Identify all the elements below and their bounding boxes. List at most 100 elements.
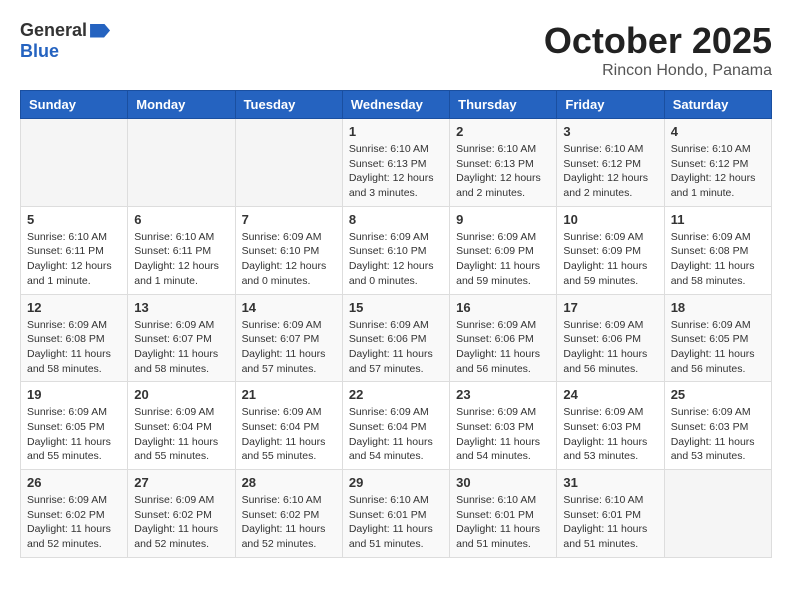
calendar-cell: 14Sunrise: 6:09 AM Sunset: 6:07 PM Dayli…: [235, 294, 342, 382]
calendar-cell: 5Sunrise: 6:10 AM Sunset: 6:11 PM Daylig…: [21, 206, 128, 294]
day-number: 25: [671, 387, 765, 402]
calendar-cell: 30Sunrise: 6:10 AM Sunset: 6:01 PM Dayli…: [450, 470, 557, 558]
col-friday: Friday: [557, 91, 664, 119]
logo-blue-text: Blue: [20, 41, 110, 62]
day-info: Sunrise: 6:10 AM Sunset: 6:13 PM Dayligh…: [456, 142, 550, 201]
calendar-cell: [21, 119, 128, 207]
calendar-cell: [128, 119, 235, 207]
day-info: Sunrise: 6:10 AM Sunset: 6:02 PM Dayligh…: [242, 493, 336, 552]
logo: General Blue: [20, 20, 110, 62]
calendar-cell: 11 Sunrise: 6:09 AM Sunset: 6:08 PM Dayli…: [664, 206, 771, 294]
week-row-4: 19Sunrise: 6:09 AM Sunset: 6:05 PM Dayli…: [21, 382, 772, 470]
day-info: Sunrise: 6:09 AM Sunset: 6:08 PM Dayligh…: [671, 230, 765, 289]
day-number: 18: [671, 300, 765, 315]
calendar-cell: 31 Sunrise: 6:10 AM Sunset: 6:01 PM Dayli…: [557, 470, 664, 558]
day-info: Sunrise: 6:10 AM Sunset: 6:01 PM Dayligh…: [456, 493, 550, 552]
day-number: 19: [27, 387, 121, 402]
calendar-cell: 17 Sunrise: 6:09 AM Sunset: 6:06 PM Dayli…: [557, 294, 664, 382]
calendar-cell: 22 Sunrise: 6:09 AM Sunset: 6:04 PM Dayli…: [342, 382, 449, 470]
col-monday: Monday: [128, 91, 235, 119]
day-info: Sunrise: 6:09 AM Sunset: 6:03 PM Dayligh…: [671, 405, 765, 464]
day-info: Sunrise: 6:09 AM Sunset: 6:06 PM Dayligh…: [456, 318, 550, 377]
day-number: 22: [349, 387, 443, 402]
col-saturday: Saturday: [664, 91, 771, 119]
day-info: Sunrise: 6:09 AM Sunset: 6:05 PM Dayligh…: [671, 318, 765, 377]
day-info: Sunrise: 6:09 AM Sunset: 6:06 PM Dayligh…: [563, 318, 657, 377]
day-number: 26: [27, 475, 121, 490]
calendar-cell: 16 Sunrise: 6:09 AM Sunset: 6:06 PM Dayli…: [450, 294, 557, 382]
calendar-cell: 26 Sunrise: 6:09 AM Sunset: 6:02 PM Dayli…: [21, 470, 128, 558]
day-number: 7: [242, 212, 336, 227]
day-info: Sunrise: 6:09 AM Sunset: 6:07 PM Dayligh…: [242, 318, 336, 377]
day-number: 21: [242, 387, 336, 402]
day-info: Sunrise: 6:09 AM Sunset: 6:02 PM Dayligh…: [134, 493, 228, 552]
logo-general-text: General: [20, 20, 87, 41]
day-number: 8: [349, 212, 443, 227]
calendar-header-row: Sunday Monday Tuesday Wednesday Thursday…: [21, 91, 772, 119]
calendar-cell: 6Sunrise: 6:10 AM Sunset: 6:11 PM Daylig…: [128, 206, 235, 294]
day-info: Sunrise: 6:09 AM Sunset: 6:06 PM Dayligh…: [349, 318, 443, 377]
day-number: 28: [242, 475, 336, 490]
calendar-cell: 1 Sunrise: 6:10 AM Sunset: 6:13 PM Daylig…: [342, 119, 449, 207]
day-number: 17: [563, 300, 657, 315]
day-info: Sunrise: 6:09 AM Sunset: 6:02 PM Dayligh…: [27, 493, 121, 552]
calendar-cell: 12 Sunrise: 6:09 AM Sunset: 6:08 PM Dayli…: [21, 294, 128, 382]
week-row-5: 26 Sunrise: 6:09 AM Sunset: 6:02 PM Dayli…: [21, 470, 772, 558]
day-info: Sunrise: 6:09 AM Sunset: 6:10 PM Dayligh…: [242, 230, 336, 289]
day-info: Sunrise: 6:09 AM Sunset: 6:04 PM Dayligh…: [242, 405, 336, 464]
week-row-3: 12 Sunrise: 6:09 AM Sunset: 6:08 PM Dayli…: [21, 294, 772, 382]
day-info: Sunrise: 6:09 AM Sunset: 6:04 PM Dayligh…: [349, 405, 443, 464]
day-info: Sunrise: 6:10 AM Sunset: 6:11 PM Dayligh…: [134, 230, 228, 289]
calendar-cell: 3Sunrise: 6:10 AM Sunset: 6:12 PM Daylig…: [557, 119, 664, 207]
calendar-cell: 19Sunrise: 6:09 AM Sunset: 6:05 PM Dayli…: [21, 382, 128, 470]
calendar-cell: 7 Sunrise: 6:09 AM Sunset: 6:10 PM Daylig…: [235, 206, 342, 294]
day-number: 31: [563, 475, 657, 490]
calendar-cell: 2Sunrise: 6:10 AM Sunset: 6:13 PM Daylig…: [450, 119, 557, 207]
day-info: Sunrise: 6:09 AM Sunset: 6:03 PM Dayligh…: [456, 405, 550, 464]
calendar-cell: 10 Sunrise: 6:09 AM Sunset: 6:09 PM Dayli…: [557, 206, 664, 294]
day-number: 9: [456, 212, 550, 227]
calendar-cell: [664, 470, 771, 558]
page-subtitle: Rincon Hondo, Panama: [544, 62, 772, 80]
day-number: 12: [27, 300, 121, 315]
calendar-cell: 23 Sunrise: 6:09 AM Sunset: 6:03 PM Dayli…: [450, 382, 557, 470]
week-row-2: 5 Sunrise: 6:10 AM Sunset: 6:11 PM Daylig…: [21, 206, 772, 294]
day-number: 4: [671, 124, 765, 139]
day-number: 23: [456, 387, 550, 402]
day-info: Sunrise: 6:09 AM Sunset: 6:08 PM Dayligh…: [27, 318, 121, 377]
day-number: 29: [349, 475, 443, 490]
page-header: General Blue October 2025 Rincon Hondo, …: [20, 20, 772, 80]
calendar-cell: 18 Sunrise: 6:09 AM Sunset: 6:05 PM Dayli…: [664, 294, 771, 382]
day-number: 10: [563, 212, 657, 227]
day-number: 24: [563, 387, 657, 402]
title-block: October 2025 Rincon Hondo, Panama: [544, 20, 772, 80]
day-number: 15: [349, 300, 443, 315]
day-number: 11: [671, 212, 765, 227]
day-number: 1: [349, 124, 443, 139]
calendar-cell: 4Sunrise: 6:10 AM Sunset: 6:12 PM Daylig…: [664, 119, 771, 207]
day-info: Sunrise: 6:10 AM Sunset: 6:01 PM Dayligh…: [563, 493, 657, 552]
calendar-cell: 24 Sunrise: 6:09 AM Sunset: 6:03 PM Dayli…: [557, 382, 664, 470]
day-info: Sunrise: 6:10 AM Sunset: 6:01 PM Dayligh…: [349, 493, 443, 552]
calendar-cell: 13Sunrise: 6:09 AM Sunset: 6:07 PM Dayli…: [128, 294, 235, 382]
calendar-cell: 25 Sunrise: 6:09 AM Sunset: 6:03 PM Dayli…: [664, 382, 771, 470]
day-info: Sunrise: 6:10 AM Sunset: 6:13 PM Dayligh…: [349, 142, 443, 201]
day-info: Sunrise: 6:09 AM Sunset: 6:09 PM Dayligh…: [563, 230, 657, 289]
col-wednesday: Wednesday: [342, 91, 449, 119]
calendar-cell: 9 Sunrise: 6:09 AM Sunset: 6:09 PM Daylig…: [450, 206, 557, 294]
col-tuesday: Tuesday: [235, 91, 342, 119]
calendar-cell: 27Sunrise: 6:09 AM Sunset: 6:02 PM Dayli…: [128, 470, 235, 558]
day-info: Sunrise: 6:09 AM Sunset: 6:09 PM Dayligh…: [456, 230, 550, 289]
calendar-cell: 28 Sunrise: 6:10 AM Sunset: 6:02 PM Dayli…: [235, 470, 342, 558]
day-number: 5: [27, 212, 121, 227]
week-row-1: 1 Sunrise: 6:10 AM Sunset: 6:13 PM Daylig…: [21, 119, 772, 207]
calendar-table: Sunday Monday Tuesday Wednesday Thursday…: [20, 90, 772, 558]
day-number: 3: [563, 124, 657, 139]
day-number: 16: [456, 300, 550, 315]
day-info: Sunrise: 6:09 AM Sunset: 6:04 PM Dayligh…: [134, 405, 228, 464]
day-info: Sunrise: 6:09 AM Sunset: 6:03 PM Dayligh…: [563, 405, 657, 464]
logo-icon: [90, 24, 110, 38]
calendar-cell: [235, 119, 342, 207]
calendar-cell: 20Sunrise: 6:09 AM Sunset: 6:04 PM Dayli…: [128, 382, 235, 470]
day-number: 13: [134, 300, 228, 315]
